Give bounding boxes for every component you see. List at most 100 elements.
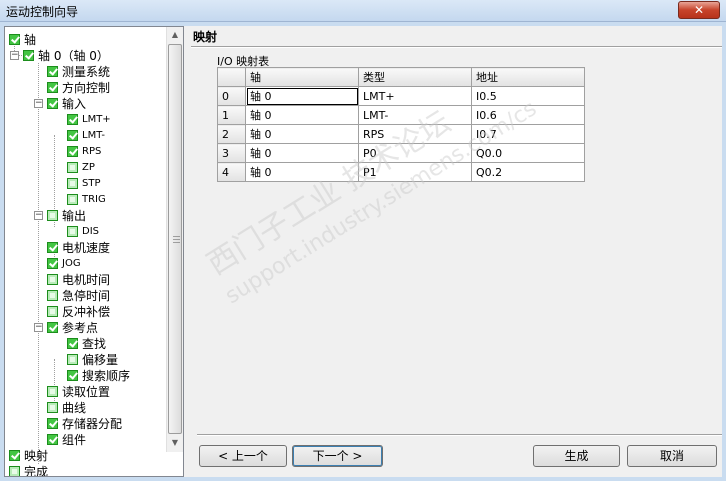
cell-axis[interactable]: 轴 0	[245, 86, 359, 106]
table-row[interactable]: 2 轴 0 RPS I0.7	[217, 124, 585, 144]
cell-type[interactable]: RPS	[358, 124, 472, 144]
cell-address[interactable]: I0.5	[471, 86, 585, 106]
tree-item-lmt-plus[interactable]: LMT+	[67, 111, 111, 127]
checkbox-icon	[47, 81, 58, 93]
column-header-address[interactable]: 地址	[471, 67, 585, 87]
checkbox-icon	[47, 257, 58, 269]
tree-item-search[interactable]: 查找	[67, 335, 106, 351]
row-index: 0	[217, 86, 246, 106]
checkbox-icon	[9, 33, 20, 45]
row-index: 3	[217, 143, 246, 163]
io-mapping-table[interactable]: 轴 类型 地址 0 轴 0 LMT+ I0.5 1 轴 0 LMT- I0.6	[217, 67, 585, 182]
page-title: 映射	[193, 30, 218, 44]
checkbox-icon	[47, 65, 58, 77]
cell-type[interactable]: LMT-	[358, 105, 472, 125]
tree-item-trig[interactable]: TRIG	[67, 191, 106, 207]
tree-item-stp[interactable]: STP	[67, 175, 101, 191]
wizard-tree[interactable]: 轴 − 轴 0（轴 0） 测量系统 方向控制 − 输入 LMT+ LMT- RP…	[4, 26, 184, 477]
window-title: 运动控制向导	[6, 5, 79, 19]
tree-item-jog[interactable]: JOG	[47, 255, 81, 271]
checkbox-icon	[67, 145, 78, 157]
cell-axis[interactable]: 轴 0	[245, 124, 359, 144]
tree-item-estop-time[interactable]: 急停时间	[47, 287, 110, 303]
table-row[interactable]: 4 轴 0 P1 Q0.2	[217, 162, 585, 182]
checkbox-icon	[47, 97, 58, 109]
tree-scrollbar[interactable]: ▲ ― ― ― ▼	[166, 27, 183, 452]
tree-item-mapping[interactable]: 映射	[9, 447, 48, 463]
prev-button[interactable]: < 上一个	[199, 445, 287, 467]
checkbox-icon	[47, 401, 58, 413]
tree-item-rps[interactable]: RPS	[67, 143, 101, 159]
tree-item-curve[interactable]: 曲线	[47, 399, 86, 415]
divider	[191, 46, 722, 48]
checkbox-icon	[47, 289, 58, 301]
table-header-row: 轴 类型 地址	[217, 67, 585, 87]
checkbox-icon	[47, 241, 58, 253]
cell-type[interactable]: P0	[358, 143, 472, 163]
tree-item-axis0[interactable]: 轴 0（轴 0）	[23, 47, 109, 63]
tree-item-lmt-minus[interactable]: LMT-	[67, 127, 105, 143]
corner-cell	[217, 67, 246, 87]
collapse-icon[interactable]: −	[34, 211, 43, 220]
cell-type[interactable]: LMT+	[358, 86, 472, 106]
tree-item-input[interactable]: 输入	[47, 95, 86, 111]
cancel-button[interactable]: 取消	[627, 445, 717, 467]
table-row[interactable]: 3 轴 0 P0 Q0.0	[217, 143, 585, 163]
generate-button[interactable]: 生成	[533, 445, 620, 467]
collapse-icon[interactable]: −	[34, 323, 43, 332]
checkbox-icon	[47, 305, 58, 317]
checkbox-icon	[9, 449, 20, 461]
cell-axis[interactable]: 轴 0	[245, 105, 359, 125]
tree-item-finish[interactable]: 完成	[9, 463, 48, 476]
next-button[interactable]: 下一个 >	[292, 445, 383, 467]
checkbox-icon	[67, 225, 78, 237]
table-row[interactable]: 0 轴 0 LMT+ I0.5	[217, 86, 585, 106]
cell-axis[interactable]: 轴 0	[245, 143, 359, 163]
tree-item-offset[interactable]: 偏移量	[67, 351, 118, 367]
row-index: 4	[217, 162, 246, 182]
checkbox-icon	[67, 369, 78, 381]
table-row[interactable]: 1 轴 0 LMT- I0.6	[217, 105, 585, 125]
checkbox-icon	[67, 113, 78, 125]
close-button[interactable]: ✕	[678, 1, 720, 19]
checkbox-icon	[67, 129, 78, 141]
tree-item-measure[interactable]: 测量系统	[47, 63, 110, 79]
divider	[197, 434, 722, 436]
cell-type[interactable]: P1	[358, 162, 472, 182]
tree-item-memory[interactable]: 存储器分配	[47, 415, 122, 431]
column-header-axis[interactable]: 轴	[245, 67, 359, 87]
checkbox-icon	[23, 49, 34, 61]
tree-item-read-pos[interactable]: 读取位置	[47, 383, 110, 399]
cell-axis[interactable]: 轴 0	[245, 162, 359, 182]
tree-item-search-order[interactable]: 搜索顺序	[67, 367, 130, 383]
cell-address[interactable]: Q0.2	[471, 162, 585, 182]
tree-item-component[interactable]: 组件	[47, 431, 86, 447]
wizard-client-area: 轴 − 轴 0（轴 0） 测量系统 方向控制 − 输入 LMT+ LMT- RP…	[4, 26, 722, 477]
scroll-thumb[interactable]: ― ― ―	[168, 44, 182, 434]
checkbox-icon	[67, 193, 78, 205]
tree-item-motor-time[interactable]: 电机时间	[47, 271, 110, 287]
checkbox-icon	[67, 337, 78, 349]
collapse-icon[interactable]: −	[10, 51, 19, 60]
checkbox-icon	[47, 385, 58, 397]
grip-icon: ― ― ―	[173, 232, 180, 246]
collapse-icon[interactable]: −	[34, 99, 43, 108]
tree-item-dis[interactable]: DIS	[67, 223, 99, 239]
scroll-down-icon[interactable]: ▼	[167, 435, 183, 451]
row-index: 2	[217, 124, 246, 144]
tree-item-backlash[interactable]: 反冲补偿	[47, 303, 110, 319]
mapping-panel: 映射 I/O 映射表 轴 类型 地址 0 轴 0 LMT+ I0.5 1 轴 0…	[191, 26, 722, 477]
tree-item-motor-speed[interactable]: 电机速度	[47, 239, 110, 255]
checkbox-icon	[47, 433, 58, 445]
scroll-up-icon[interactable]: ▲	[167, 27, 183, 43]
tree-item-output[interactable]: 输出	[47, 207, 86, 223]
tree-item-direction[interactable]: 方向控制	[47, 79, 110, 95]
tree-item-ref-point[interactable]: 参考点	[47, 319, 98, 335]
checkbox-icon	[67, 177, 78, 189]
tree-item-axes[interactable]: 轴	[9, 31, 36, 47]
cell-address[interactable]: I0.6	[471, 105, 585, 125]
column-header-type[interactable]: 类型	[358, 67, 472, 87]
cell-address[interactable]: I0.7	[471, 124, 585, 144]
tree-item-zp[interactable]: ZP	[67, 159, 95, 175]
cell-address[interactable]: Q0.0	[471, 143, 585, 163]
